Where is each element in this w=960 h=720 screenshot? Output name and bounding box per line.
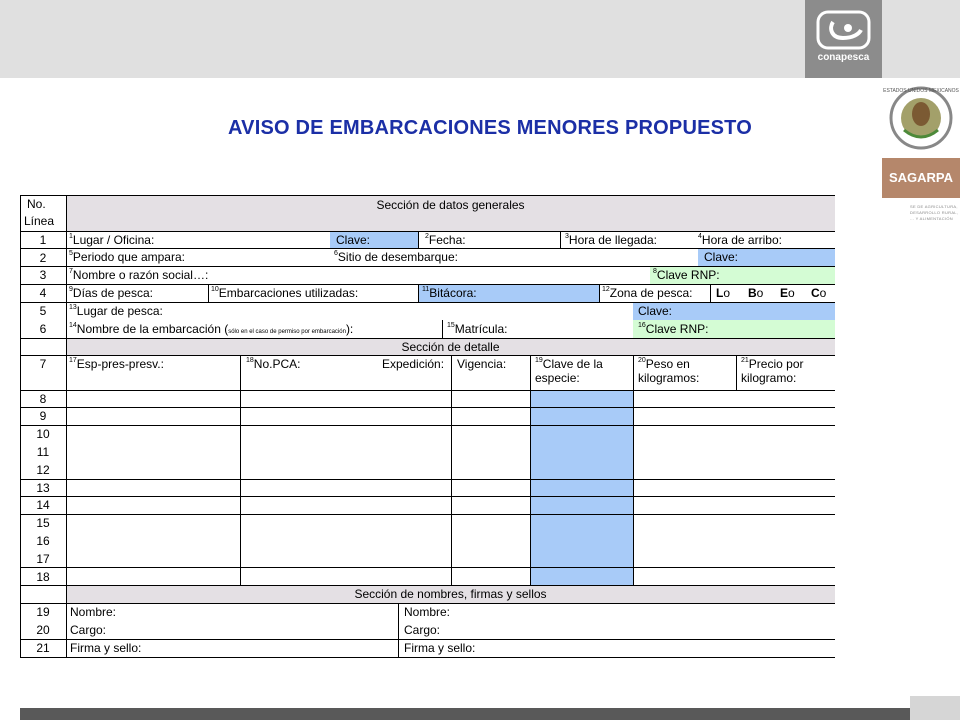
line-number: 10 [36,427,50,441]
col-esp-pres: 17Esp-pres-presv.: [69,357,164,371]
field-nombre-2[interactable]: Nombre: [404,605,824,619]
field-clave-rnp-embarcacion[interactable]: 16Clave RNP: [638,322,833,336]
field-cargo-2[interactable]: Cargo: [404,623,824,637]
field-clave-sitio[interactable]: Clave: [704,250,834,264]
field-zona-pesca[interactable]: 12Zona de pesca: [602,286,709,300]
zone-option-e[interactable]: Eo [780,286,810,300]
field-nombre-embarcacion[interactable]: 14Nombre de la embarcación (sólo en el c… [69,322,439,339]
line-number: 7 [39,357,47,371]
zone-option-b[interactable]: Bo [748,286,778,300]
col-peso: 20Peso en kilogramos: [638,357,700,385]
field-firma-1[interactable]: Firma y sello: [70,641,390,655]
field-clave-rnp[interactable]: 8Clave RNP: [653,268,833,282]
page-title: AVISO DE EMBARCACIONES MENORES PROPUESTO [228,117,752,139]
line-number: 6 [39,322,47,336]
field-firma-2[interactable]: Firma y sello: [404,641,824,655]
bottom-bar [20,708,910,720]
line-number: 16 [36,534,50,548]
line-number: 5 [39,304,47,318]
line-number: 4 [39,286,47,300]
line-number: 12 [36,463,50,477]
header-linea: Línea [24,214,55,228]
ministry-text: SE DE AGRICULTURA, DESARROLLO RURAL, ...… [910,204,959,221]
field-sitio-desembarque[interactable]: 6Sitio de desembarque: [334,250,634,264]
aviso-form: No. Línea Sección de datos generales 1 2… [20,195,835,660]
field-periodo[interactable]: 5Periodo que ampara: [69,250,329,264]
section-detail-title: Sección de detalle [401,340,500,354]
col-clave-especie: 19Clave de la especie: [535,357,603,385]
field-cargo-1[interactable]: Cargo: [70,623,390,637]
field-nombre-razon[interactable]: 7Nombre o razón social…: [69,268,569,282]
logo-wordmark: conapesca [817,52,870,63]
field-clave-lugar[interactable]: Clave: [638,304,833,318]
line-number: 9 [39,409,47,423]
field-embarcaciones[interactable]: 10Embarcaciones utilizadas: [211,286,416,300]
field-nombre-1[interactable]: Nombre: [70,605,390,619]
zone-option-l[interactable]: Lo [716,286,746,300]
line-number: 3 [39,268,47,282]
line-number: 21 [36,641,50,655]
line-number: 18 [36,570,50,584]
field-lugar-pesca[interactable]: 13Lugar de pesca: [69,304,569,318]
section-general-title: Sección de datos generales [376,198,525,212]
line-number: 1 [39,233,47,247]
line-number: 19 [36,605,50,619]
bottom-bar-right [910,696,960,720]
line-number: 15 [36,516,50,530]
line-number: 2 [39,251,47,265]
col-precio: 21Precio por kilogramo: [741,357,804,385]
line-number: 13 [36,481,50,495]
field-matricula[interactable]: 15Matrícula: [447,322,632,336]
field-fecha[interactable]: 2Fecha: [425,233,555,247]
zone-option-c[interactable]: Co [811,286,835,300]
field-bitacora[interactable]: 11Bitácora: [422,286,597,300]
line-number: 17 [36,552,50,566]
field-clave-oficina[interactable]: Clave: [336,233,416,247]
section-signatures-title: Sección de nombres, firmas y sellos [354,587,547,601]
especie-column-bg [530,390,633,585]
field-dias-pesca[interactable]: 9Días de pesca: [69,286,207,300]
line-number: 11 [36,445,50,459]
header-no: No. [27,197,46,211]
col-expedicion: Expedición: [382,357,445,371]
field-hora-arribo[interactable]: 4Hora de arribo: [698,233,834,247]
sagarpa-badge: SAGARPA [882,158,960,198]
line-number: 14 [36,498,50,512]
conapesca-logo: conapesca [805,0,882,78]
field-lugar-oficina[interactable]: 1Lugar / Oficina: [69,233,329,247]
line-number: 8 [39,392,47,406]
field-hora-llegada[interactable]: 3Hora de llegada: [565,233,693,247]
line-number: 20 [36,623,50,637]
col-no-pca: 18No.PCA: [246,357,301,371]
conapesca-emblem-icon [816,10,871,50]
col-vigencia: Vigencia: [457,357,507,371]
emblem-text: ESTADOS UNIDOS MEXICANOS [883,88,959,94]
